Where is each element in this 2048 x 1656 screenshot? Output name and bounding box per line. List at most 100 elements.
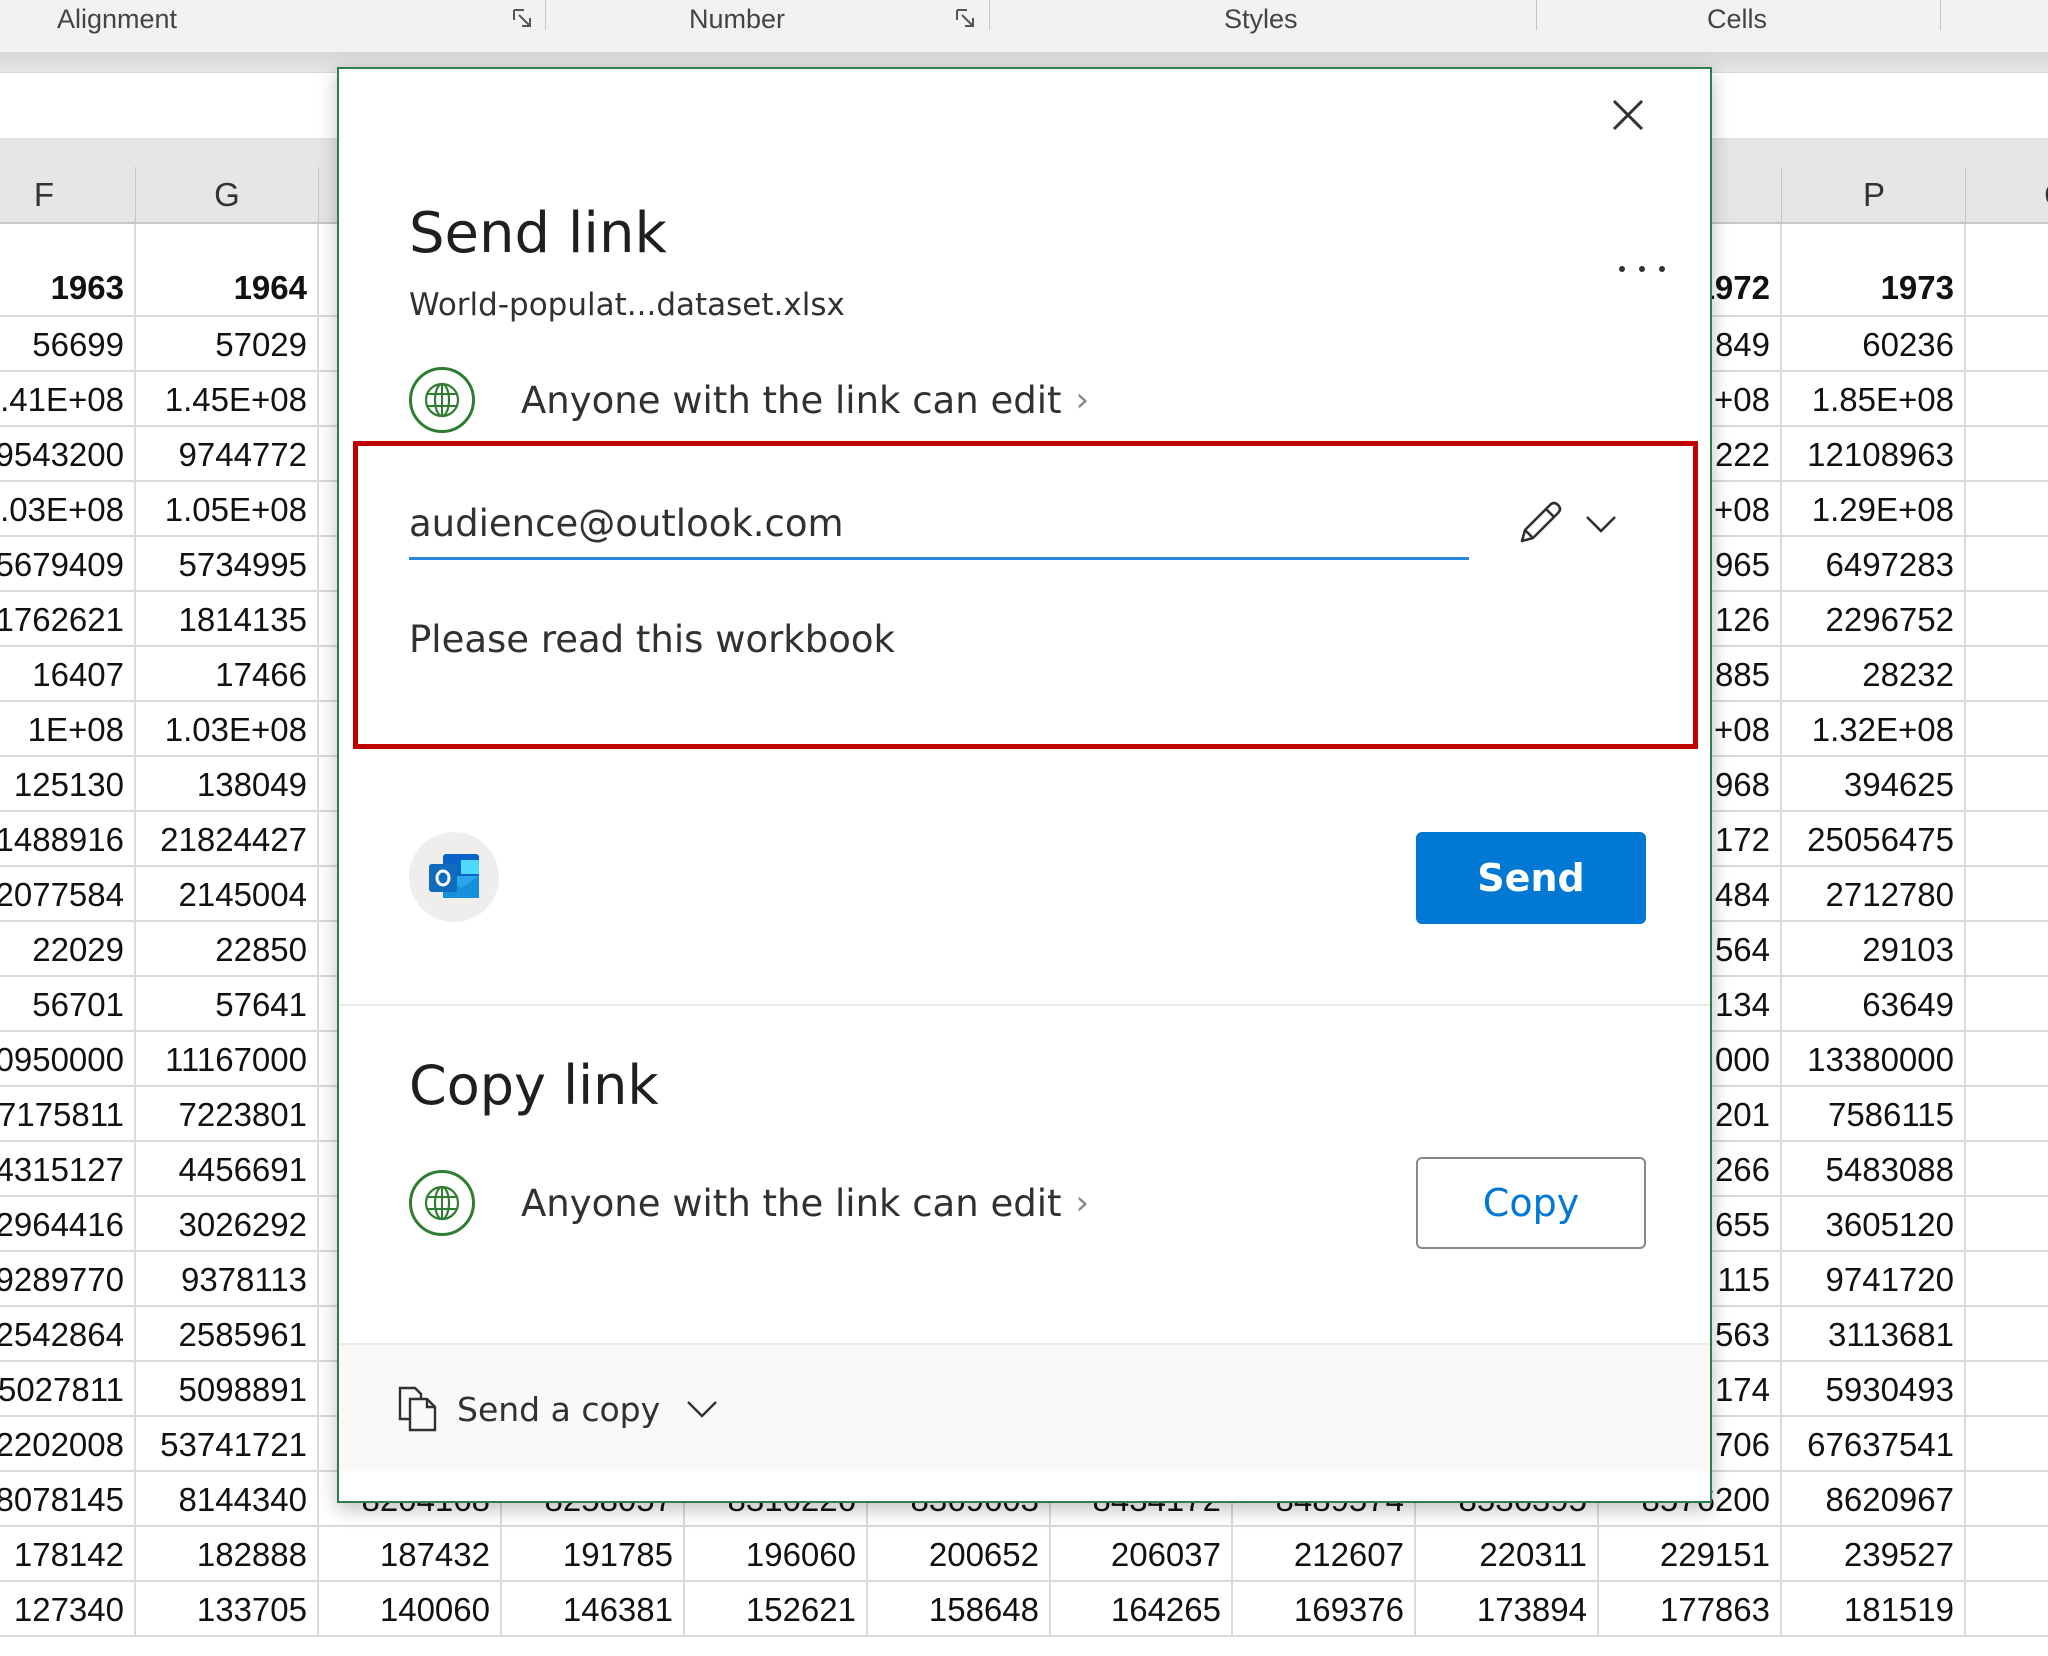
- cell[interactable]: 5930493: [1783, 1362, 1966, 1415]
- alignment-dialog-launcher-icon[interactable]: [512, 8, 534, 30]
- cell[interactable]: 127340: [0, 1582, 136, 1635]
- cell[interactable]: 25056475: [1783, 812, 1966, 865]
- send-a-copy-button[interactable]: Send a copy: [397, 1385, 720, 1433]
- cell[interactable]: 9289770: [0, 1252, 136, 1305]
- cell[interactable]: 173894: [1416, 1582, 1599, 1635]
- cell[interactable]: 191785: [502, 1527, 685, 1580]
- cell[interactable]: 57641: [136, 977, 319, 1030]
- cell[interactable]: 1.36: [1966, 702, 2048, 755]
- more-options-icon[interactable]: [1612, 259, 1672, 279]
- copy-link-permission-setting[interactable]: Anyone with the link can edit ›: [409, 1170, 1089, 1236]
- cell[interactable]: 21824427: [136, 812, 319, 865]
- cell[interactable]: 138049: [136, 757, 319, 810]
- cell[interactable]: 2542864: [0, 1307, 136, 1360]
- cell[interactable]: 676: [1966, 537, 2048, 590]
- cell[interactable]: 63649: [1783, 977, 1966, 1030]
- link-permission-setting[interactable]: Anyone with the link can edit ›: [409, 367, 1089, 433]
- cell[interactable]: 318: [1966, 1307, 2048, 1360]
- cell[interactable]: 22029: [0, 922, 136, 975]
- cell[interactable]: 5679409: [0, 537, 136, 590]
- send-button[interactable]: Send: [1416, 832, 1646, 924]
- cell[interactable]: 67637541: [1783, 1417, 1966, 1470]
- cell[interactable]: 3605120: [1783, 1197, 1966, 1250]
- cell[interactable]: 2: [1966, 647, 2048, 700]
- cell[interactable]: 977: [1966, 1252, 2048, 1305]
- cell[interactable]: 5098891: [136, 1362, 319, 1415]
- cell[interactable]: 206037: [1050, 1527, 1233, 1580]
- cell[interactable]: 1963: [0, 224, 136, 315]
- cell[interactable]: 158648: [868, 1582, 1051, 1635]
- cell[interactable]: 1.41E+08: [0, 372, 136, 425]
- number-dialog-launcher-icon[interactable]: [955, 8, 977, 30]
- recipient-email-input[interactable]: [409, 489, 1469, 560]
- cell[interactable]: 3113681: [1783, 1307, 1966, 1360]
- cell[interactable]: 2964416: [0, 1197, 136, 1250]
- cell[interactable]: 57029: [136, 317, 319, 370]
- cell[interactable]: 8620967: [1783, 1472, 1966, 1525]
- cell[interactable]: 56701: [0, 977, 136, 1030]
- cell[interactable]: 178142: [0, 1527, 136, 1580]
- cell[interactable]: 2: [1966, 922, 2048, 975]
- close-icon[interactable]: [1604, 91, 1652, 139]
- cell[interactable]: 3026292: [136, 1197, 319, 1250]
- cell[interactable]: 1762621: [0, 592, 136, 645]
- cell[interactable]: 22850: [136, 922, 319, 975]
- column-header-f[interactable]: F: [0, 167, 136, 222]
- cell[interactable]: 229151: [1599, 1527, 1782, 1580]
- cell[interactable]: 4456691: [136, 1142, 319, 1195]
- cell[interactable]: 1964: [136, 224, 319, 315]
- message-input[interactable]: [409, 609, 1609, 669]
- cell[interactable]: 11167000: [136, 1032, 319, 1085]
- cell[interactable]: 152621: [685, 1582, 868, 1635]
- cell[interactable]: 6874: [1966, 1417, 2048, 1470]
- cell[interactable]: 1973: [1783, 224, 1966, 315]
- cell[interactable]: 9378113: [136, 1252, 319, 1305]
- cell[interactable]: 9543200: [0, 427, 136, 480]
- cell[interactable]: 28232: [1783, 647, 1966, 700]
- cell[interactable]: 169376: [1233, 1582, 1416, 1635]
- cell[interactable]: 25: [1966, 1527, 2048, 1580]
- cell[interactable]: 6: [1966, 977, 2048, 1030]
- cell[interactable]: 1.29E+08: [1783, 482, 1966, 535]
- cell[interactable]: 13380000: [1783, 1032, 1966, 1085]
- cell[interactable]: 52202008: [0, 1417, 136, 1470]
- column-header-g[interactable]: G: [136, 167, 319, 222]
- cell[interactable]: 181519: [1783, 1582, 1966, 1635]
- cell[interactable]: 8078145: [0, 1472, 136, 1525]
- cell[interactable]: 187432: [319, 1527, 502, 1580]
- column-header-p[interactable]: P: [1783, 167, 1966, 222]
- cell[interactable]: 759: [1966, 1087, 2048, 1140]
- cell[interactable]: 2077584: [0, 867, 136, 920]
- cell[interactable]: 239527: [1783, 1527, 1966, 1580]
- cell[interactable]: 196060: [685, 1527, 868, 1580]
- cell[interactable]: 220311: [1416, 1527, 1599, 1580]
- cell[interactable]: 2296752: [1783, 592, 1966, 645]
- cell[interactable]: 18: [1966, 1582, 2048, 1635]
- cell[interactable]: 7586115: [1783, 1087, 1966, 1140]
- cell[interactable]: 2145004: [136, 867, 319, 920]
- cell[interactable]: 604: [1966, 1362, 2048, 1415]
- cell[interactable]: 1.45E+08: [136, 372, 319, 425]
- cell[interactable]: 8144340: [136, 1472, 319, 1525]
- cell[interactable]: 2546: [1966, 812, 2048, 865]
- cell[interactable]: 5734995: [136, 537, 319, 590]
- cell[interactable]: 9741720: [1783, 1252, 1966, 1305]
- cell[interactable]: 364: [1966, 1197, 2048, 1250]
- cell[interactable]: 9744772: [136, 427, 319, 480]
- cell[interactable]: 53741721: [136, 1417, 319, 1470]
- cell[interactable]: 60236: [1783, 317, 1966, 370]
- cell[interactable]: 125130: [0, 757, 136, 810]
- cell[interactable]: 1.03E+08: [0, 482, 136, 535]
- cell[interactable]: 1814135: [136, 592, 319, 645]
- cell[interactable]: 21488916: [0, 812, 136, 865]
- cell[interactable]: 5027811: [0, 1362, 136, 1415]
- cell[interactable]: 277: [1966, 867, 2048, 920]
- cell[interactable]: 867: [1966, 1472, 2048, 1525]
- cell[interactable]: 4315127: [0, 1142, 136, 1195]
- cell[interactable]: 2712780: [1783, 867, 1966, 920]
- cell[interactable]: 16407: [0, 647, 136, 700]
- cell[interactable]: 7175811: [0, 1087, 136, 1140]
- cell[interactable]: 164265: [1050, 1582, 1233, 1635]
- cell[interactable]: 394625: [1783, 757, 1966, 810]
- column-header-q[interactable]: Q: [1966, 167, 2048, 222]
